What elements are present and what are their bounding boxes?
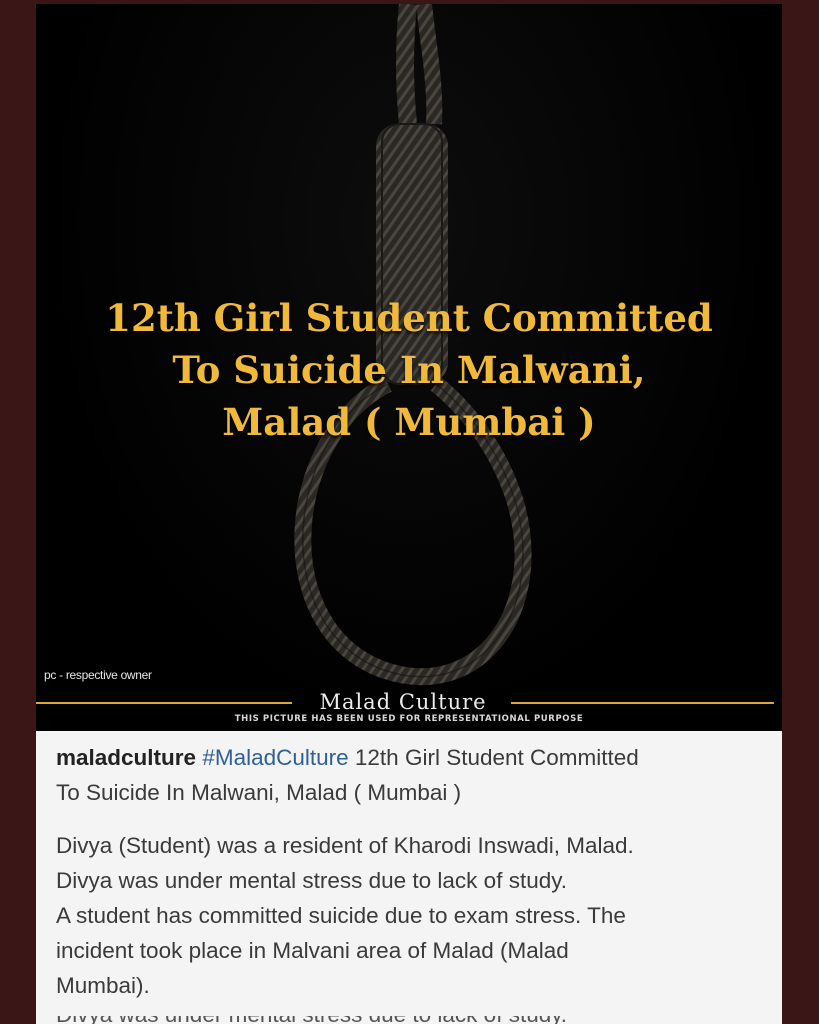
caption-title-line: maladculture #MaladCulture 12th Girl Stu… [56, 740, 756, 775]
headline-line: To Suicide In Malwani, [172, 348, 646, 392]
caption-title: 12th Girl Student Committed [354, 745, 639, 770]
disclaimer: THIS PICTURE HAS BEEN USED FOR REPRESENT… [234, 714, 584, 724]
headline: 12th Girl Student Committed To Suicide I… [36, 292, 782, 448]
caption-text: maladculture #MaladCulture 12th Girl Stu… [56, 740, 756, 1003]
headline-line: 12th Girl Student Committed [105, 296, 713, 340]
brand-name: Malad Culture [319, 690, 487, 714]
body-line: A student has committed suicide due to e… [56, 903, 626, 928]
post-image[interactable]: 12th Girl Student Committed To Suicide I… [36, 4, 782, 731]
rule-left [36, 702, 292, 704]
caption-title-line-2: To Suicide In Malwani, Malad ( Mumbai ) [56, 780, 462, 805]
photo-credit: pc - respective owner [44, 668, 152, 682]
body-line: incident took place in Malvani area of M… [56, 938, 569, 963]
rule-right [511, 702, 774, 704]
body-line: Divya was under mental stress due to lac… [56, 868, 568, 893]
body-line: Mumbai). [56, 973, 150, 998]
hashtag-link[interactable]: #MaladCulture [202, 745, 348, 770]
post-frame: 12th Girl Student Committed To Suicide I… [36, 4, 782, 1020]
brand-row: Malad Culture [36, 690, 782, 714]
username-link[interactable]: maladculture [56, 745, 196, 770]
caption-body: Divya (Student) was a resident of Kharod… [56, 828, 756, 1003]
post-caption: maladculture #MaladCulture 12th Girl Stu… [36, 731, 782, 1020]
body-line: Divya (Student) was a resident of Kharod… [56, 833, 634, 858]
cut-off-caption: Divya was under mental stress due to lac… [36, 1016, 782, 1024]
headline-line: Malad ( Mumbai ) [222, 400, 596, 444]
cut-off-line: Divya was under mental stress due to lac… [56, 1016, 567, 1024]
